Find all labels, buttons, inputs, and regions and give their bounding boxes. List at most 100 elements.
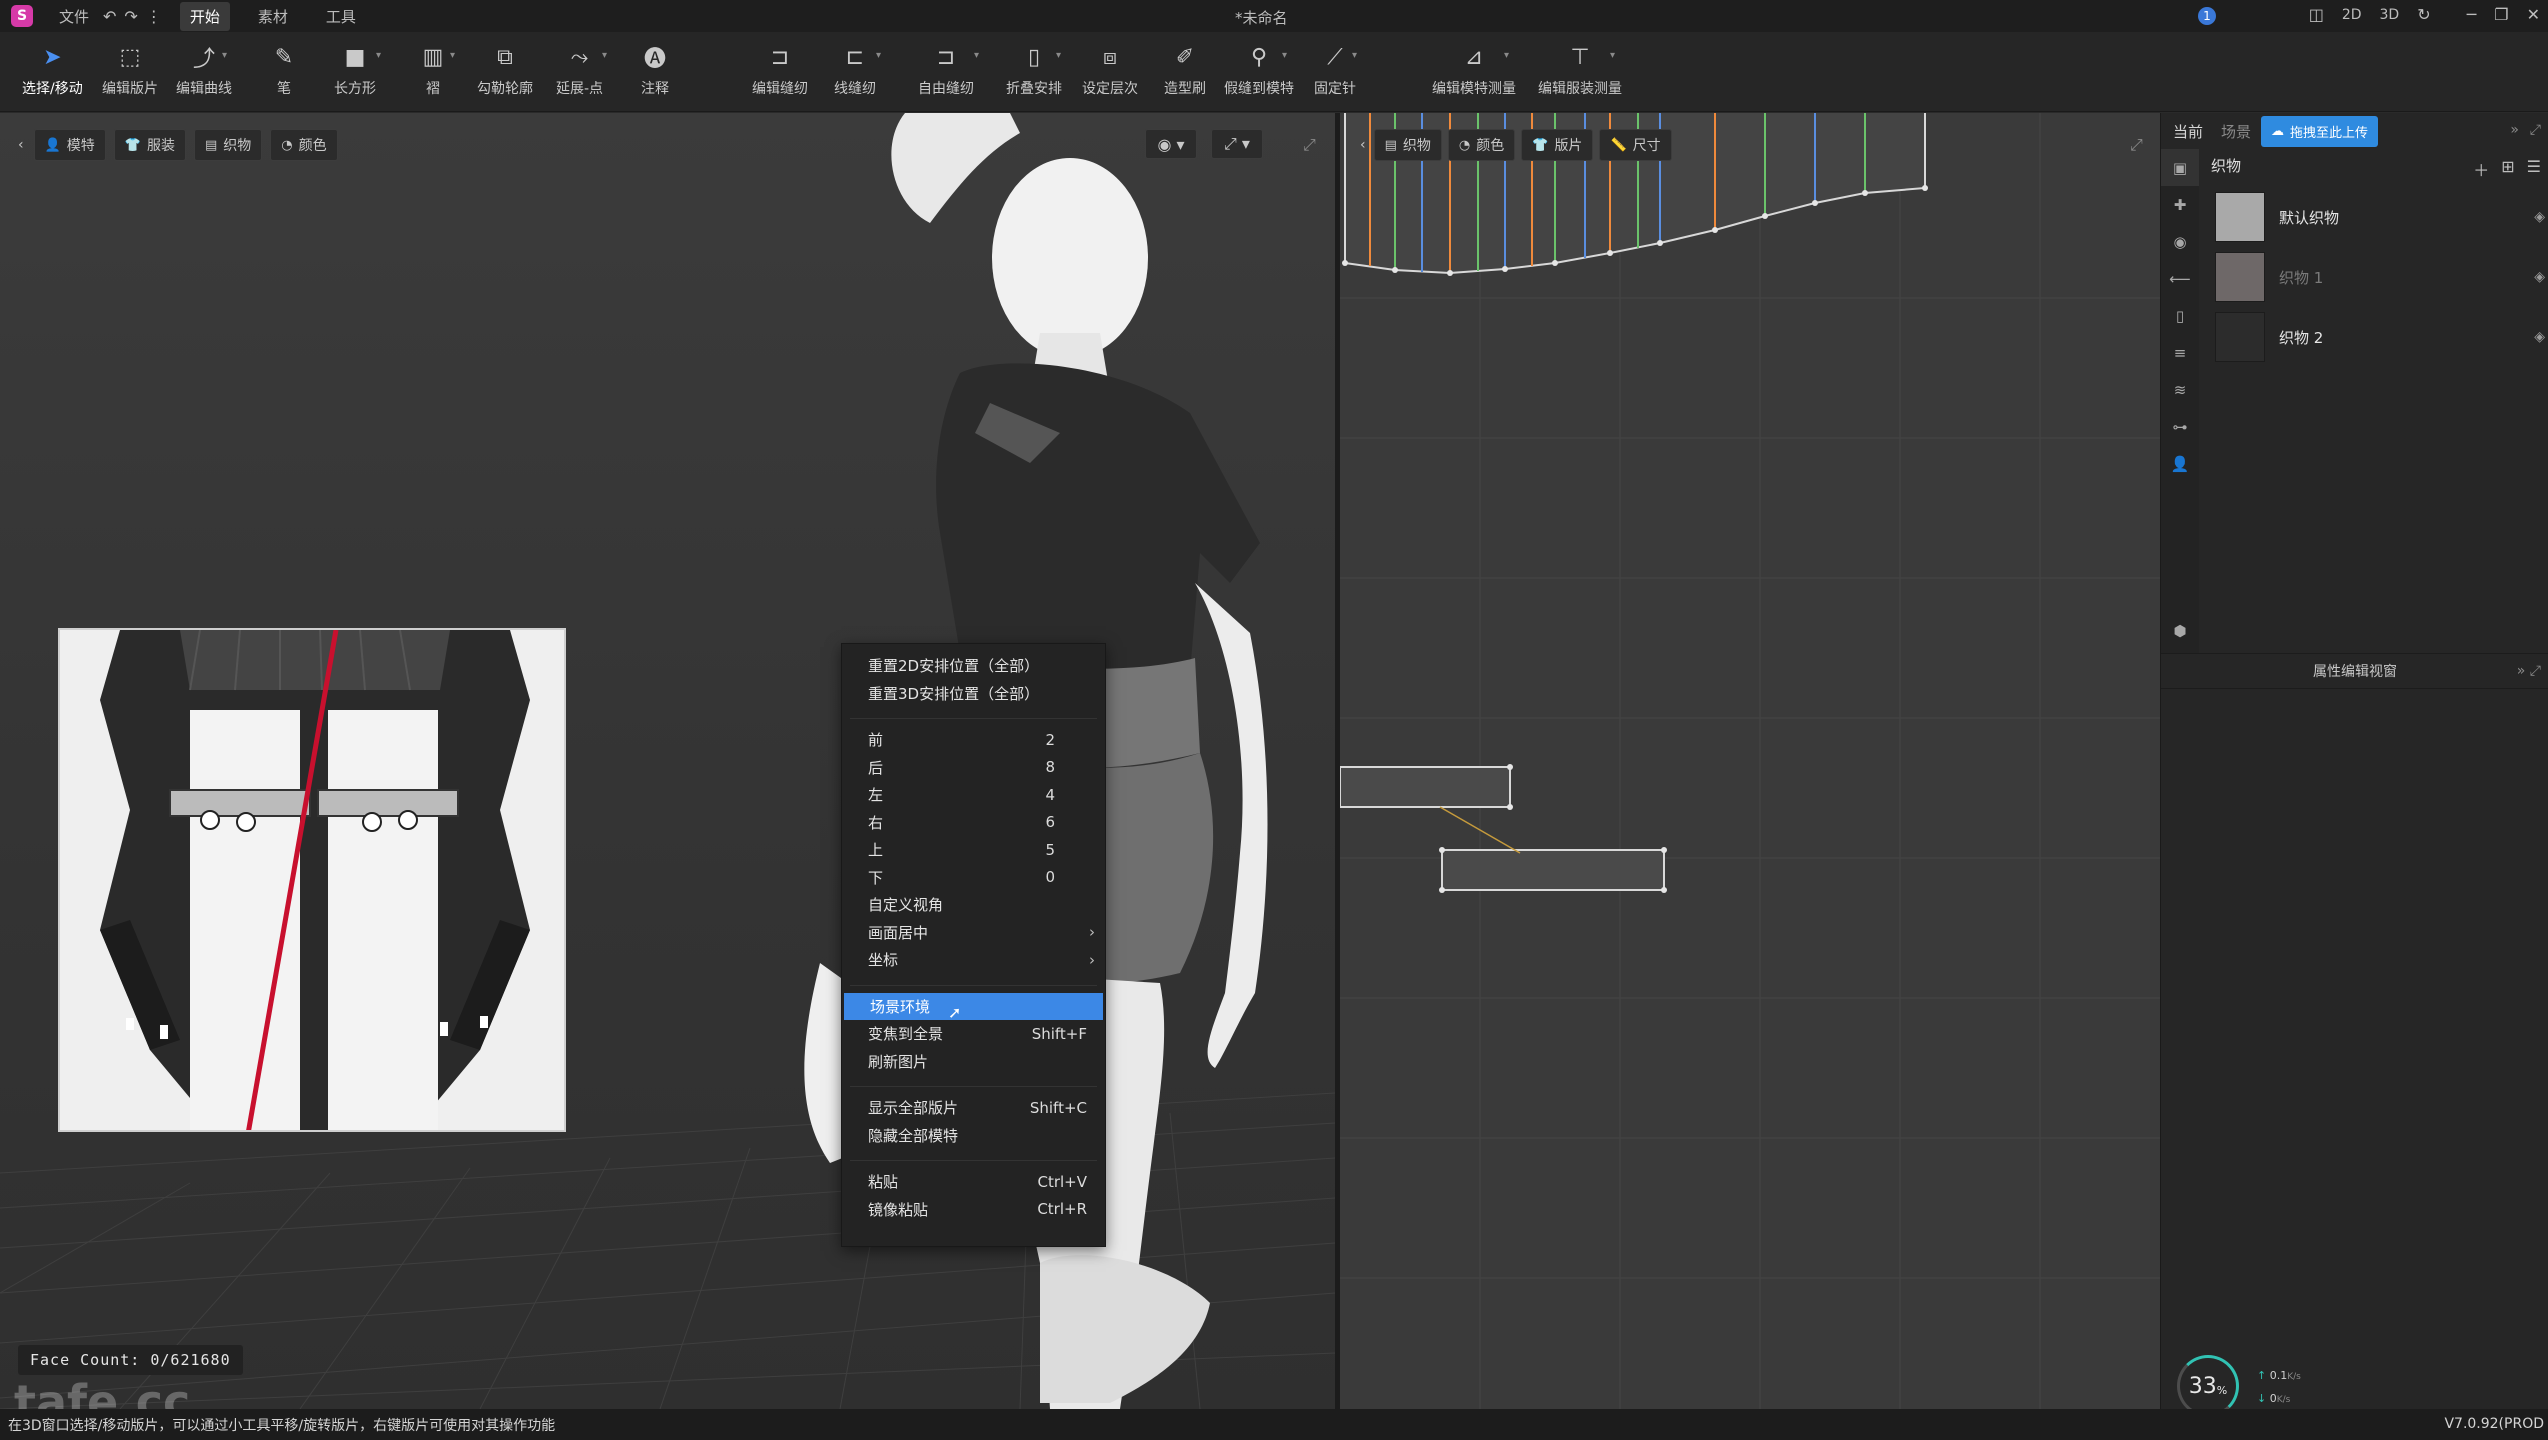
avatar-list-icon[interactable]: 👤 (2161, 445, 2199, 482)
tool-fold-arrange[interactable]: ▯ 折叠安排 (1006, 42, 1062, 98)
chevron-down-icon[interactable]: ▾ (450, 50, 455, 61)
chevron-down-icon[interactable]: ▾ (876, 50, 881, 61)
chevron-down-icon[interactable]: ▾ (1610, 50, 1615, 61)
chevron-down-icon[interactable]: ▾ (376, 50, 381, 61)
layers-icon[interactable]: ◈ (2534, 209, 2545, 225)
cube-icon[interactable]: ⬢ (2161, 612, 2199, 649)
reference-image[interactable] (58, 628, 566, 1132)
menu-view-left[interactable]: 左4 (842, 781, 1105, 809)
minimize-icon[interactable]: ─ (2467, 5, 2477, 24)
chevron-down-icon[interactable]: ▾ (1282, 50, 1287, 61)
menu-mirror-paste[interactable]: 镜像粘贴 Ctrl+R (842, 1196, 1105, 1224)
menu-show-all-patterns[interactable]: 显示全部版片 Shift+C (842, 1094, 1105, 1122)
toggle-avatar-button[interactable]: 👤 模特 (33, 129, 106, 161)
menu-reset-3d[interactable]: 重置3D安排位置（全部） (842, 680, 1105, 708)
tool-edit-pattern[interactable]: ⬚ 编辑版片 (102, 42, 158, 98)
menu-view-right[interactable]: 右6 (842, 809, 1105, 837)
trim-icon[interactable]: ≡ (2161, 334, 2199, 371)
fabric-list-icon[interactable]: ▣ (2161, 149, 2199, 186)
chevron-down-icon[interactable]: ▾ (1352, 50, 1357, 61)
puckering-icon[interactable]: ▯ (2161, 297, 2199, 334)
chevron-down-icon[interactable]: ▾ (1056, 50, 1061, 61)
topstitch-icon[interactable]: ≋ (2161, 371, 2199, 408)
tool-rectangle[interactable]: ■ 长方形 (334, 42, 376, 98)
menu-custom-view[interactable]: 自定义视角 (842, 891, 1105, 919)
toggle-garment-button[interactable]: 👕 服装 (113, 129, 186, 161)
chevron-down-icon[interactable]: ▾ (222, 50, 227, 61)
tool-set-layer[interactable]: ⧈ 设定层次 (1082, 42, 1138, 98)
menu-refresh-image[interactable]: 刷新图片 (842, 1048, 1105, 1076)
toggle-avatar-button[interactable]: ‹ (16, 129, 26, 161)
list-view-icon[interactable]: ☰ (2527, 157, 2541, 181)
layout-icon[interactable]: ◫ (2309, 5, 2324, 24)
menu-scene-environment[interactable]: 场景环境 ➚ (844, 992, 1103, 1022)
menu-hide-all-avatars[interactable]: 隐藏全部模特 (842, 1122, 1105, 1150)
chevron-down-icon[interactable]: ▾ (974, 50, 979, 61)
tool-trace-outline[interactable]: ⧉ 勾勒轮廓 (477, 42, 533, 98)
more-icon[interactable]: ⋮ (146, 7, 162, 26)
toggle-fabric-button[interactable]: ▤ 织物 (193, 129, 263, 161)
buttonhole-icon[interactable]: ◉ (2161, 223, 2199, 260)
tool-segment-sewing[interactable]: ⊏ 线缝纫 (834, 42, 876, 98)
expand-icon[interactable]: ⤢ (2130, 135, 2143, 155)
toggle-pattern-2d-button[interactable]: 👕 版片 (1521, 129, 1594, 161)
restore-icon[interactable]: ❐ (2494, 5, 2508, 24)
app-logo[interactable]: S (11, 5, 33, 27)
layers-icon[interactable]: ◈ (2534, 329, 2545, 345)
menu-view-front[interactable]: 前2 (842, 726, 1105, 754)
collapse-icon[interactable]: » (2510, 122, 2519, 138)
view-2d-button[interactable]: 2D (2342, 7, 2362, 23)
binding-icon[interactable]: ⊶ (2161, 408, 2199, 445)
menu-coordinates[interactable]: 坐标 › (842, 946, 1105, 974)
tool-pen[interactable]: ✎ 笔 (269, 42, 299, 98)
menu-zoom-to-fit[interactable]: 变焦到全景 Shift+F (842, 1020, 1105, 1048)
menu-view-top[interactable]: 上5 (842, 836, 1105, 864)
fabric-item-1[interactable]: 织物 1 ◈ (2201, 247, 2548, 307)
viewport-2d[interactable]: ‹ ▤ 织物 ◔ 颜色 👕 版片 📏 尺寸 ⤢ (1340, 113, 2160, 1409)
tool-extend-point[interactable]: ⤳ 延展-点 (556, 42, 603, 98)
view-3d-button[interactable]: 3D (2380, 7, 2400, 23)
menu-paste[interactable]: 粘贴 Ctrl+V (842, 1168, 1105, 1196)
menu-file[interactable]: 文件 (59, 6, 89, 27)
tool-pleat[interactable]: ▥ 褶 (418, 42, 448, 98)
expand-icon[interactable]: ⤢ (1303, 135, 1316, 155)
button-icon[interactable]: ✚ (2161, 186, 2199, 223)
tool-edit-sewing[interactable]: ⊐ 编辑缝纫 (752, 42, 808, 98)
tab-tools[interactable]: 工具 (316, 2, 366, 31)
tab-materials[interactable]: 素材 (248, 2, 298, 31)
tab-start[interactable]: 开始 (179, 1, 230, 31)
tab-scene[interactable]: 场景 (2221, 121, 2251, 142)
viewport-3d[interactable]: ‹ 👤 模特 👕 服装 ▤ 织物 ◔ 颜色 ◉ ▾ ⤢ ▾ ⤢ Face Cou… (0, 113, 1335, 1409)
collapse-button[interactable]: ‹ (1358, 129, 1368, 161)
redo-icon[interactable]: ↷ (124, 7, 137, 26)
undo-icon[interactable]: ↶ (103, 7, 116, 26)
add-icon[interactable]: ＋ (2473, 157, 2489, 181)
menu-reset-2d[interactable]: 重置2D安排位置（全部） (842, 652, 1105, 680)
menu-view-back[interactable]: 后8 (842, 754, 1105, 782)
toggle-color-2d-button[interactable]: ◔ 颜色 (1447, 129, 1516, 161)
upload-button[interactable]: ☁ 拖拽至此上传 (2261, 115, 2379, 147)
arrange-tool-button[interactable]: ⤢ ▾ (1211, 129, 1263, 159)
notification-badge[interactable]: 1 (2198, 7, 2216, 25)
tab-current[interactable]: 当前 (2173, 121, 2203, 142)
grid-view-icon[interactable]: ⊞ (2501, 157, 2514, 181)
menu-center-view[interactable]: 画面居中 › (842, 919, 1105, 947)
menu-view-bottom[interactable]: 下0 (842, 864, 1105, 892)
zipper-icon[interactable]: ⟵ (2161, 260, 2199, 297)
tool-annotation[interactable]: 🅐 注释 (640, 42, 670, 98)
refresh-icon[interactable]: ↻ (2417, 5, 2430, 24)
close-icon[interactable]: ✕ (2527, 5, 2540, 24)
chevron-down-icon[interactable]: ▾ (1504, 50, 1509, 61)
tool-select-move[interactable]: ➤ 选择/移动 (22, 42, 83, 98)
property-editor-controls[interactable]: » ⤢ (2517, 663, 2541, 679)
toggle-color-button[interactable]: ◔ 颜色 (270, 129, 338, 161)
tool-pin[interactable]: ⟋ 固定针 (1314, 42, 1356, 98)
fabric-item-default[interactable]: 默认织物 ◈ (2201, 187, 2548, 247)
expand-icon[interactable]: ⤢ (2530, 122, 2541, 138)
layers-icon[interactable]: ◈ (2534, 269, 2545, 285)
fabric-item-2[interactable]: 织物 2 ◈ (2201, 307, 2548, 367)
display-mode-button[interactable]: ◉ ▾ (1145, 129, 1197, 159)
chevron-down-icon[interactable]: ▾ (602, 50, 607, 61)
toggle-size-2d-button[interactable]: 📏 尺寸 (1599, 129, 1672, 161)
tool-shape-brush[interactable]: ✐ 造型刷 (1164, 42, 1206, 98)
